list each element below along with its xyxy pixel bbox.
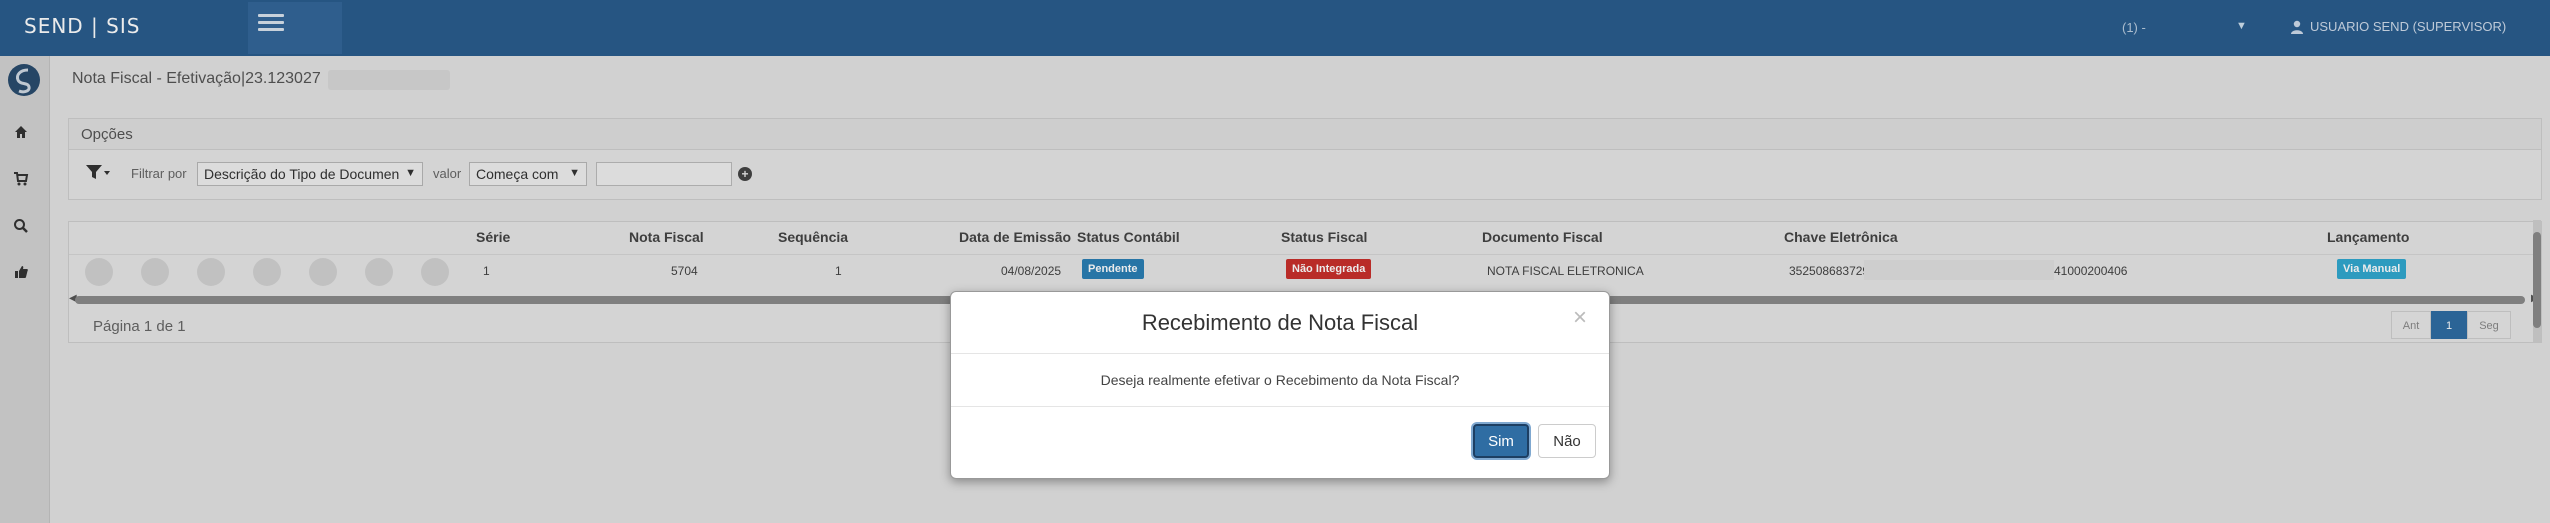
no-button[interactable]: Não: [1538, 424, 1596, 458]
confirm-modal: Recebimento de Nota Fiscal × Deseja real…: [950, 291, 1610, 479]
modal-message: Deseja realmente efetivar o Recebimento …: [1100, 372, 1460, 388]
close-icon[interactable]: ×: [1573, 304, 1587, 332]
modal-title: Recebimento de Nota Fiscal: [1141, 310, 1419, 335]
yes-button[interactable]: Sim: [1473, 424, 1529, 458]
